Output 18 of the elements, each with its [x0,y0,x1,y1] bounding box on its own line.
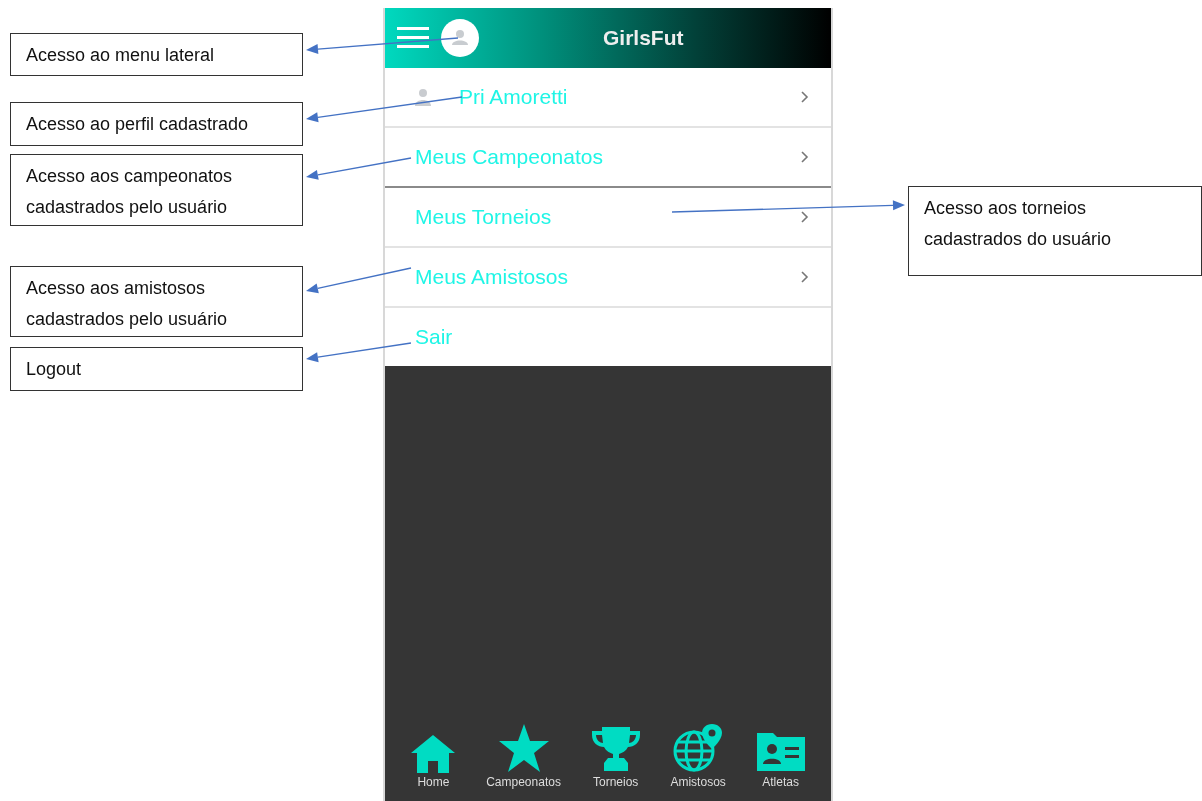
menu-icon[interactable] [397,27,429,49]
annotation-box: Acesso aos campeonatos cadastrados pelo usuário [10,154,303,226]
app-title: GirlsFut [603,26,684,50]
nav-tab[interactable]: Amistosos [670,721,726,789]
star-icon [497,723,550,773]
person-icon [415,88,431,106]
annotation-box: Acesso aos torneios cadastrados do usuário [908,186,1202,276]
avatar-icon[interactable] [441,19,479,57]
nav-tab[interactable]: Atletas [754,721,807,789]
globe-pin-icon [672,723,725,773]
trophy-icon [589,725,642,773]
annotation-box: Acesso ao perfil cadastrado [10,102,303,146]
annotation-box: Logout [10,347,303,391]
annotation-box: Acesso aos amistosos cadastrados pelo usuário [10,266,303,337]
annotation-box: Acesso ao menu lateral [10,33,303,76]
nav-tab[interactable]: Home [409,721,458,789]
nav-tab[interactable]: Campeonatos [486,721,561,789]
nav-tab[interactable]: Torneios [589,721,642,789]
